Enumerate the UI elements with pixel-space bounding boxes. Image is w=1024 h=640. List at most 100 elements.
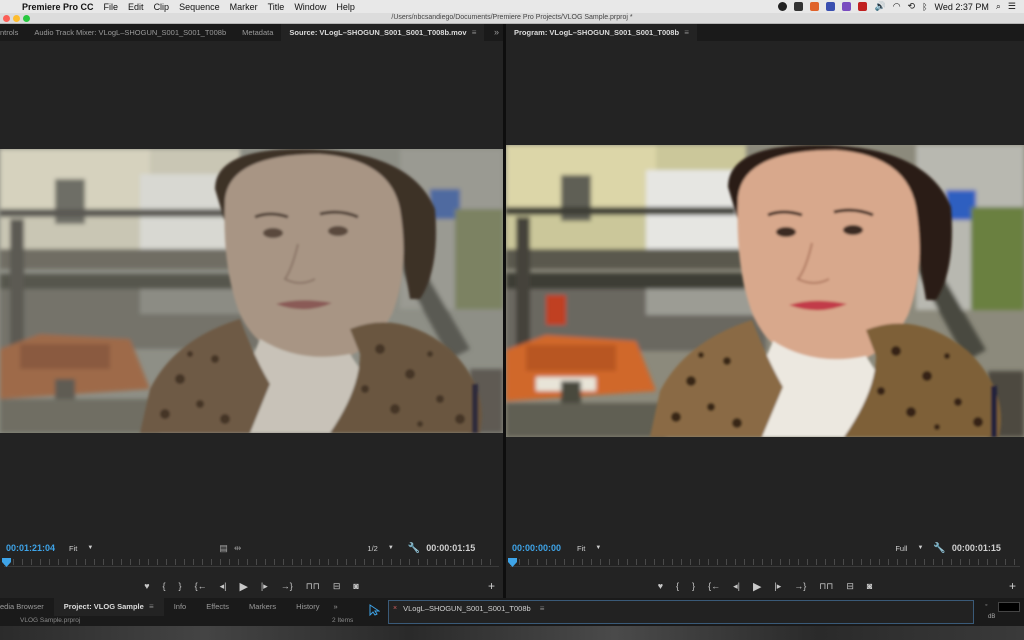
program-resolution-dropdown[interactable]: Full ▼ [895, 544, 923, 553]
step-back-icon[interactable]: ◂| [220, 581, 227, 592]
source-duration: 00:00:01:15 [426, 543, 476, 553]
button-editor-plus-icon[interactable]: + [1009, 579, 1016, 593]
tab-info[interactable]: Info [164, 598, 197, 616]
step-forward-icon[interactable]: |▸ [261, 581, 268, 592]
tab-project-label: Project: VLOG Sample [63, 602, 144, 611]
tab-overflow-icon[interactable]: » [329, 598, 341, 616]
menu-edit[interactable]: Edit [128, 2, 144, 12]
go-to-out-icon[interactable]: →} [281, 581, 293, 591]
brave-icon[interactable] [810, 2, 820, 11]
source-resolution-dropdown[interactable]: 1/2 ▼ [367, 544, 393, 553]
overwrite-icon[interactable]: ⊟ [333, 581, 341, 592]
chevron-down-icon: ▼ [595, 545, 602, 551]
mark-out-icon[interactable]: } [692, 581, 695, 591]
selection-tool-icon[interactable] [368, 604, 380, 616]
source-zoom-dropdown[interactable]: Fit ▼ [69, 544, 93, 553]
source-monitor-panel: ntrols Audio Track Mixer: VLogL–SHOGUN_S… [0, 24, 503, 598]
program-playhead-timecode[interactable]: 00:00:00:00 [506, 543, 561, 553]
play-icon[interactable]: ▶ [239, 580, 247, 593]
close-icon[interactable]: × [393, 605, 397, 612]
source-playhead-timecode[interactable]: 00:01:21:04 [0, 543, 55, 553]
go-to-in-icon[interactable]: {← [195, 581, 207, 591]
go-to-in-icon[interactable]: {← [708, 581, 720, 591]
dropbox-icon[interactable] [794, 2, 804, 11]
tab-audio-track-mixer[interactable]: Audio Track Mixer: VLogL–SHOGUN_S001_S00… [26, 24, 234, 41]
source-video-frame [0, 149, 503, 433]
insert-icon[interactable]: ⊓⊓ [306, 581, 320, 592]
panel-menu-icon[interactable]: ≡ [147, 602, 154, 611]
menu-app-name[interactable]: Premiere Pro CC [22, 2, 94, 12]
tab-markers[interactable]: Markers [239, 598, 286, 616]
mark-out-icon[interactable]: } [179, 581, 182, 591]
program-resolution-value: Full [895, 543, 908, 553]
mark-in-icon[interactable]: { [676, 581, 679, 591]
program-zoom-dropdown[interactable]: Fit ▼ [577, 544, 601, 553]
camera-icon[interactable]: ◙ [867, 581, 872, 591]
source-tab-bar: ntrols Audio Track Mixer: VLogL–SHOGUN_S… [0, 24, 503, 41]
tab-effect-controls[interactable]: ntrols [0, 24, 26, 41]
app-status-icon-2[interactable] [842, 2, 852, 11]
program-video-image [506, 145, 1024, 437]
settings-wrench-icon[interactable]: 🔧 [933, 543, 945, 554]
wifi-icon[interactable]: ◠ [893, 1, 901, 12]
program-time-ruler[interactable] [506, 557, 1024, 573]
menu-sequence[interactable]: Sequence [179, 2, 220, 12]
export-frame-icon[interactable]: ▤ [219, 543, 228, 554]
audio-meter-display [998, 602, 1020, 612]
desktop-dock-strip [0, 626, 1024, 640]
tab-project[interactable]: Project: VLOG Sample ≡ [53, 598, 164, 616]
meter-db-label: dB [988, 614, 996, 620]
spotlight-search-icon[interactable]: ⌕ [996, 1, 1001, 12]
panel-menu-icon[interactable]: ≡ [540, 604, 545, 613]
camera-icon[interactable]: ◙ [353, 581, 358, 591]
menu-bar: Premiere Pro CC File Edit Clip Sequence … [0, 0, 1024, 13]
program-viewer[interactable] [506, 41, 1024, 541]
volume-icon[interactable]: 🔊 [874, 1, 885, 12]
tab-timeline-sequence[interactable]: × VLogL–SHOGUN_S001_S001_T008b ≡ [393, 601, 544, 615]
creative-cloud-icon[interactable] [778, 2, 788, 11]
playhead-icon[interactable] [508, 558, 517, 567]
window-title: /Users/nbcsandiego/Documents/Premiere Pr… [391, 14, 633, 21]
tab-history[interactable]: History [286, 598, 329, 616]
menu-clip[interactable]: Clip [154, 2, 170, 12]
settings-wrench-icon[interactable]: 🔧 [408, 543, 420, 554]
go-to-out-icon[interactable]: →} [794, 581, 806, 591]
tab-media-browser[interactable]: edia Browser [0, 598, 54, 616]
tab-source[interactable]: Source: VLogL–SHOGUN_S001_S001_T008b.mov… [281, 24, 485, 41]
add-marker-icon[interactable]: ♥ [658, 581, 663, 591]
add-marker-icon[interactable]: ♥ [144, 581, 149, 591]
tab-metadata[interactable]: Metadata [234, 24, 281, 41]
tab-effects[interactable]: Effects [196, 598, 239, 616]
app-status-icon[interactable] [826, 2, 836, 11]
menu-title[interactable]: Title [268, 2, 285, 12]
playhead-icon[interactable] [2, 558, 11, 567]
menu-clock[interactable]: Wed 2:37 PM [935, 2, 989, 12]
panel-menu-icon[interactable]: ≡ [682, 28, 689, 37]
tab-overflow-icon[interactable]: » [494, 24, 499, 41]
menu-file[interactable]: File [104, 2, 119, 12]
play-icon[interactable]: ▶ [753, 580, 761, 593]
menu-window[interactable]: Window [294, 2, 326, 12]
step-forward-icon[interactable]: |▸ [774, 581, 781, 592]
source-time-ruler[interactable] [0, 557, 503, 573]
source-viewer[interactable] [0, 41, 503, 541]
drag-video-icon[interactable]: ⇹ [234, 543, 242, 554]
time-machine-icon[interactable]: ⟲ [908, 1, 916, 12]
mark-in-icon[interactable]: { [163, 581, 166, 591]
alert-icon[interactable] [858, 2, 868, 11]
menu-marker[interactable]: Marker [230, 2, 258, 12]
meter-solo-icon[interactable]: ◦ [985, 602, 987, 609]
tab-program[interactable]: Program: VLogL–SHOGUN_S001_S001_T008b ≡ [506, 24, 697, 41]
menu-help[interactable]: Help [336, 2, 355, 12]
panel-menu-icon[interactable]: ≡ [470, 28, 477, 37]
button-editor-plus-icon[interactable]: + [488, 579, 495, 593]
step-back-icon[interactable]: ◂| [733, 581, 740, 592]
lift-icon[interactable]: ⊓⊓ [819, 581, 833, 592]
bottom-dock: edia Browser Project: VLOG Sample ≡ Info… [0, 598, 1024, 626]
audio-meter: ◦ dB [980, 600, 1024, 624]
extract-icon[interactable]: ⊟ [846, 581, 854, 592]
program-tab-bar: Program: VLogL–SHOGUN_S001_S001_T008b ≡ [506, 24, 1024, 41]
bluetooth-icon[interactable]: ᛒ [922, 2, 927, 12]
chevron-down-icon: ▼ [917, 545, 924, 551]
notification-center-icon[interactable]: ☰ [1008, 1, 1016, 12]
